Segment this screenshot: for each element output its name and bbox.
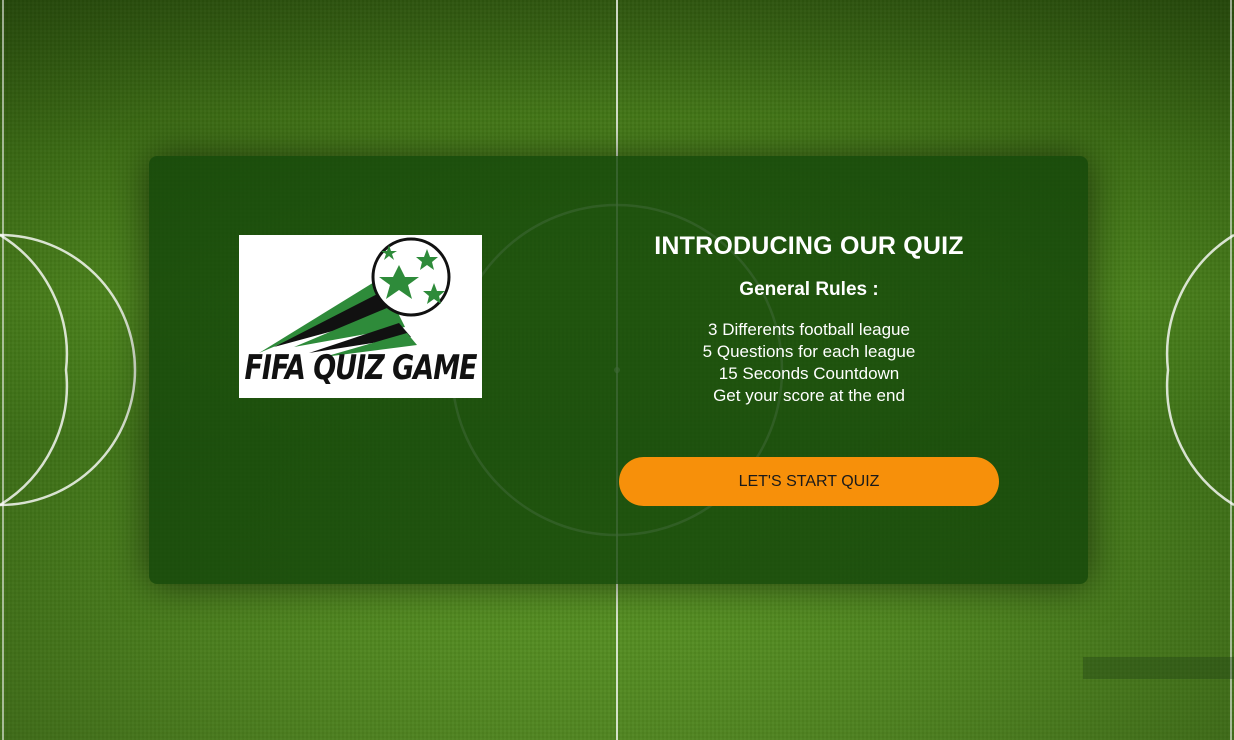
right-penalty-arc xyxy=(1165,233,1234,507)
rules-heading: General Rules : xyxy=(739,279,879,300)
rules-list: 3 Differents football league 5 Questions… xyxy=(619,319,999,407)
left-arc xyxy=(0,233,137,507)
start-quiz-button[interactable]: LET'S START QUIZ xyxy=(619,457,999,506)
rule-item: 5 Questions for each league xyxy=(702,342,916,361)
rule-item: 15 Seconds Countdown xyxy=(718,364,900,383)
corner-overlay xyxy=(1083,657,1234,679)
fifa-quiz-logo: FIFA QUIZ GAME xyxy=(239,235,482,398)
page-title: INTRODUCING OUR QUIZ xyxy=(654,232,964,260)
intro-content: INTRODUCING OUR QUIZ General Rules : 3 D… xyxy=(619,232,999,407)
rule-item: 3 Differents football league xyxy=(708,320,910,339)
logo-text: FIFA QUIZ GAME xyxy=(244,349,477,388)
intro-card: FIFA QUIZ GAME INTRODUCING OUR QUIZ Gene… xyxy=(149,156,1088,584)
rule-item: Get your score at the end xyxy=(713,386,905,405)
left-penalty-arc xyxy=(0,233,69,507)
